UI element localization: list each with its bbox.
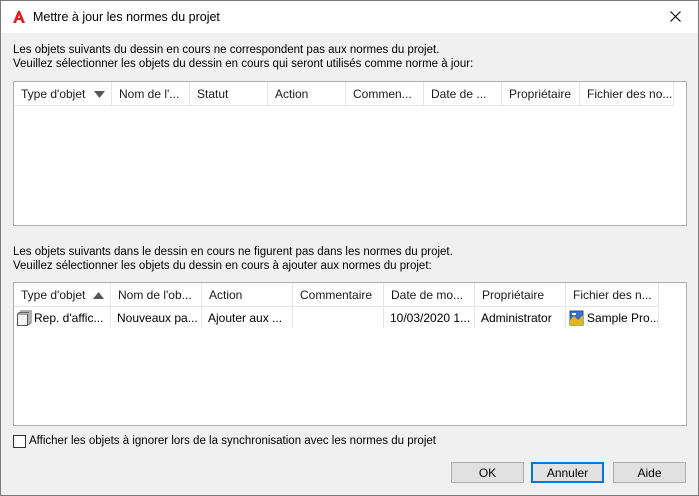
cell-standards-file: Sample Pro... [566, 308, 659, 328]
list-header: Type d'objet Nom de l'ob... Action Comme… [14, 283, 659, 307]
section2-description-line2: Veuillez sélectionner les objets du dess… [13, 260, 432, 272]
column-header-action[interactable]: Action [202, 283, 293, 307]
cell-name: Nouveaux pa... [111, 308, 202, 328]
new-objects-list[interactable]: Type d'objet Nom de l'ob... Action Comme… [13, 282, 687, 426]
window-title: Mettre à jour les normes du projet [33, 10, 220, 24]
cell-object-type: Rep. d'affic... [14, 308, 111, 328]
column-header-date[interactable]: Date de mo... [384, 283, 475, 307]
column-header-owner[interactable]: Propriétaire [502, 82, 580, 106]
list-header: Type d'objet Nom de l'... Statut Action … [14, 82, 674, 106]
column-header-owner[interactable]: Propriétaire [475, 283, 566, 307]
ok-button[interactable]: OK [451, 462, 524, 483]
section1-description-line1: Les objets suivants du dessin en cours n… [13, 44, 440, 56]
column-header-object-type[interactable]: Type d'objet [14, 82, 112, 106]
cell-date: 10/03/2020 1... [384, 308, 475, 328]
help-button[interactable]: Aide [613, 462, 686, 483]
close-button[interactable] [652, 1, 698, 32]
title-bar: Mettre à jour les normes du projet [1, 1, 698, 33]
standards-file-icon [569, 310, 584, 326]
column-header-name[interactable]: Nom de l'... [112, 82, 190, 106]
column-header-name[interactable]: Nom de l'ob... [111, 283, 202, 307]
cell-comment [293, 308, 384, 328]
autocad-logo-icon [13, 11, 25, 23]
column-header-standards-file[interactable]: Fichier des n... [566, 283, 659, 307]
cancel-button[interactable]: Annuler [531, 462, 604, 483]
close-icon [669, 11, 681, 22]
column-header-action[interactable]: Action [268, 82, 346, 106]
cell-action: Ajouter aux ... [202, 308, 293, 328]
column-header-object-type[interactable]: Type d'objet [14, 283, 111, 307]
column-header-standards-file[interactable]: Fichier des no... [580, 82, 674, 106]
nonconforming-objects-list[interactable]: Type d'objet Nom de l'... Statut Action … [13, 81, 687, 226]
column-header-status[interactable]: Statut [190, 82, 268, 106]
section2-description-line1: Les objets suivants dans le dessin en co… [13, 246, 453, 258]
column-header-date[interactable]: Date de ... [424, 82, 502, 106]
update-project-standards-dialog: Mettre à jour les normes du projet Les o… [0, 0, 699, 496]
column-header-comment[interactable]: Commen... [346, 82, 424, 106]
sort-descending-icon [94, 91, 105, 98]
layer-state-icon [17, 310, 32, 326]
table-row[interactable]: Rep. d'affic... Nouveaux pa... Ajouter a… [14, 308, 659, 328]
cell-owner: Administrator [475, 308, 566, 328]
sort-ascending-icon [93, 292, 104, 299]
show-ignored-objects-checkbox[interactable] [13, 434, 26, 448]
column-header-comment[interactable]: Commentaire [293, 283, 384, 307]
show-ignored-objects-option[interactable]: Afficher les objets à ignorer lors de la… [13, 434, 436, 448]
section1-description-line2: Veuillez sélectionner les objets du dess… [13, 58, 474, 70]
show-ignored-objects-label: Afficher les objets à ignorer lors de la… [29, 435, 436, 447]
